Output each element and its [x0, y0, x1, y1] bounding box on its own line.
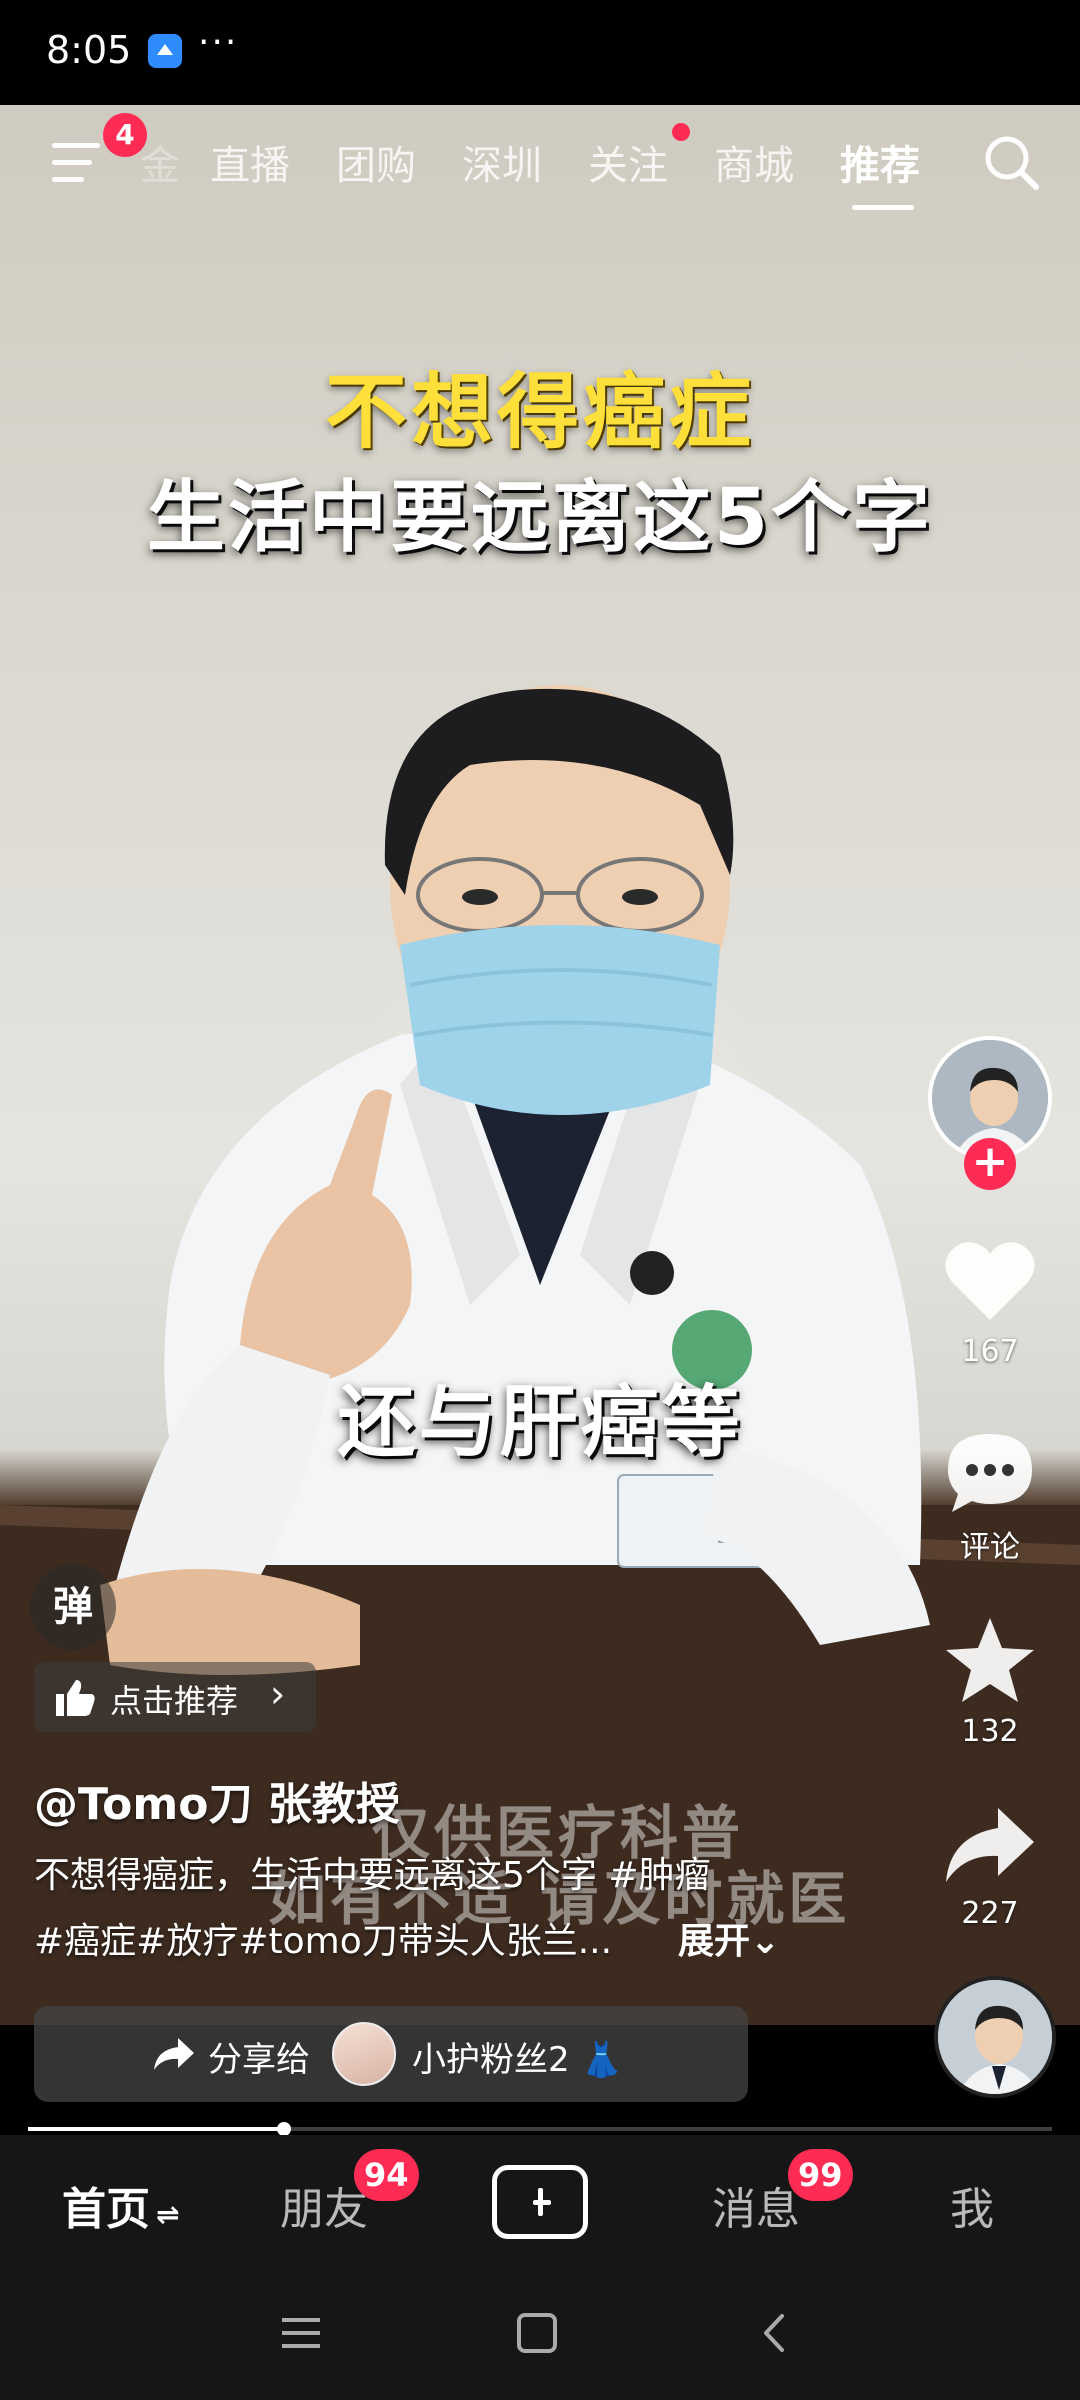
author-name[interactable]: @Tomo刀 张教授: [34, 1768, 400, 1832]
progress-fill: [28, 2127, 284, 2131]
friend-name: 小护粉丝2 👗: [412, 2040, 623, 2080]
recommend-label: 点击推荐: [110, 1682, 239, 1720]
status-more-icon: ···: [198, 22, 239, 63]
status-time: 8:05: [46, 28, 132, 72]
music-disc-avatar[interactable]: [934, 1976, 1056, 2098]
status-bar: 8:05 ···: [0, 0, 1080, 105]
expand-button[interactable]: 展开⌄: [678, 1912, 780, 1964]
tab-city[interactable]: 深圳: [462, 133, 542, 191]
tab-mall[interactable]: 商城: [714, 133, 794, 191]
create-post-button[interactable]: [492, 2165, 588, 2239]
comment-icon[interactable]: [940, 1428, 1040, 1518]
progress-knob[interactable]: [277, 2122, 291, 2136]
star-icon[interactable]: [940, 1614, 1040, 1710]
favorite-count: 132: [961, 1714, 1019, 1749]
active-tab-indicator: [852, 205, 914, 210]
video-title: 生活中要远离这5个字: [146, 473, 934, 563]
switch-icon: ⇌: [156, 2198, 180, 2231]
like-count: 167: [961, 1334, 1019, 1369]
video-subtitle: 还与肝癌等: [337, 1378, 743, 1468]
recent-apps-icon[interactable]: [278, 2310, 324, 2356]
messages-badge: 99: [788, 2149, 853, 2201]
system-navigation-bar: [0, 2270, 1080, 2400]
video-progress-bar[interactable]: [28, 2122, 1052, 2136]
bottom-tab-bar: 首页 ⇌ 朋友 94 消息 99 我: [0, 2135, 1080, 2270]
post-description-line2: #癌症#放疗#tomo刀带头人张兰...: [34, 1921, 613, 1962]
tab-home[interactable]: 首页 ⇌: [62, 2173, 179, 2237]
back-icon[interactable]: [752, 2310, 798, 2356]
tab-messages[interactable]: 消息: [712, 2173, 800, 2237]
tab-recommend[interactable]: 推荐: [840, 133, 920, 191]
tab-partial[interactable]: 金: [140, 133, 180, 191]
share-count: 227: [961, 1896, 1019, 1931]
recommend-button[interactable]: 点击推荐 ›: [34, 1662, 316, 1732]
post-description-line1: 不想得癌症，生活中要远离这5个字 #肿瘤: [34, 1855, 711, 1896]
share-to-friend-bar[interactable]: 分享给 小护粉丝2 👗: [34, 2006, 748, 2102]
top-nav: 4 金 直播 团购 深圳 关注 商城 推荐: [0, 105, 1080, 215]
danmu-button[interactable]: 弹: [30, 1564, 116, 1650]
follow-button[interactable]: +: [964, 1138, 1016, 1190]
chevron-right-icon: ›: [270, 1672, 286, 1716]
share-icon[interactable]: [940, 1802, 1040, 1888]
home-icon[interactable]: [514, 2310, 560, 2356]
tab-following[interactable]: 关注: [588, 133, 668, 191]
menu-icon[interactable]: [52, 143, 106, 185]
search-icon[interactable]: [980, 131, 1044, 195]
app-notification-icon: [148, 34, 182, 68]
share-arrow-icon: [154, 2038, 194, 2070]
friends-badge: 94: [354, 2149, 419, 2201]
tab-me[interactable]: 我: [950, 2173, 994, 2237]
thumbs-up-icon: [56, 1680, 95, 1716]
comment-label: 评论: [960, 1530, 1020, 1565]
tab-home-label: 首页: [62, 2184, 150, 2235]
tab-live[interactable]: 直播: [210, 133, 290, 191]
share-label: 分享给: [208, 2040, 310, 2080]
heart-icon[interactable]: [940, 1236, 1040, 1326]
friend-avatar: [332, 2022, 396, 2086]
tab-group-buy[interactable]: 团购: [336, 133, 416, 191]
following-dot: [672, 123, 690, 141]
video-title-highlight: 不想得癌症: [324, 365, 755, 460]
